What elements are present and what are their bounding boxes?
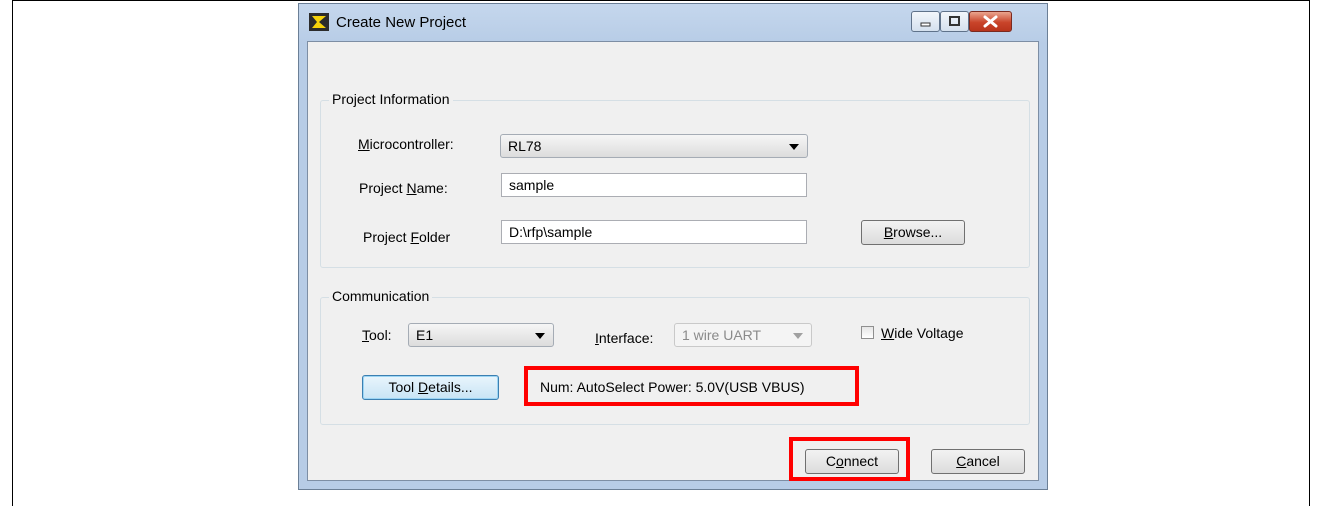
- microcontroller-value: RL78: [508, 138, 542, 154]
- project-name-label: Project Name:: [359, 180, 448, 196]
- microcontroller-dropdown[interactable]: RL78: [500, 134, 808, 158]
- close-button[interactable]: [969, 11, 1012, 32]
- tool-label: Tool:: [362, 327, 392, 343]
- title-bar[interactable]: Create New Project: [299, 4, 1047, 42]
- cancel-button[interactable]: Cancel: [931, 449, 1025, 474]
- create-new-project-dialog: Create New Project Project Information M…: [298, 3, 1048, 490]
- wide-voltage-checkbox[interactable]: [861, 326, 874, 339]
- project-folder-input[interactable]: [501, 220, 807, 244]
- wide-voltage-label[interactable]: Wide Voltage: [881, 325, 964, 341]
- browse-button[interactable]: Browse...: [861, 220, 965, 245]
- connect-highlight-box: [789, 437, 910, 481]
- dialog-client-area: Project Information Microcontroller: RL7…: [307, 41, 1039, 481]
- window-title: Create New Project: [336, 14, 467, 31]
- group-label: Project Information: [329, 91, 453, 107]
- microcontroller-label: Microcontroller:: [358, 136, 454, 152]
- page-border-right: [1309, 0, 1310, 506]
- chevron-down-icon: [789, 144, 799, 150]
- chevron-down-icon: [535, 333, 545, 339]
- group-label: Communication: [329, 288, 433, 304]
- page-border-left: [12, 0, 13, 506]
- chevron-down-icon: [793, 333, 803, 339]
- app-icon: [309, 13, 329, 31]
- close-icon: [983, 15, 998, 28]
- tool-dropdown[interactable]: E1: [408, 323, 554, 347]
- minimize-icon: [920, 22, 931, 27]
- interface-dropdown[interactable]: 1 wire UART: [674, 323, 812, 347]
- status-highlight-box: [524, 366, 859, 406]
- project-folder-label: Project Folder: [363, 229, 451, 245]
- tool-details-button[interactable]: Tool Details...: [362, 375, 499, 400]
- project-name-input[interactable]: [501, 173, 807, 197]
- tool-value: E1: [416, 327, 434, 343]
- page-border-top: [12, 0, 1310, 1]
- maximize-icon: [949, 16, 960, 26]
- interface-value: 1 wire UART: [682, 327, 762, 343]
- maximize-button[interactable]: [940, 11, 969, 32]
- minimize-button[interactable]: [911, 11, 940, 32]
- interface-label: Interface:: [595, 330, 654, 346]
